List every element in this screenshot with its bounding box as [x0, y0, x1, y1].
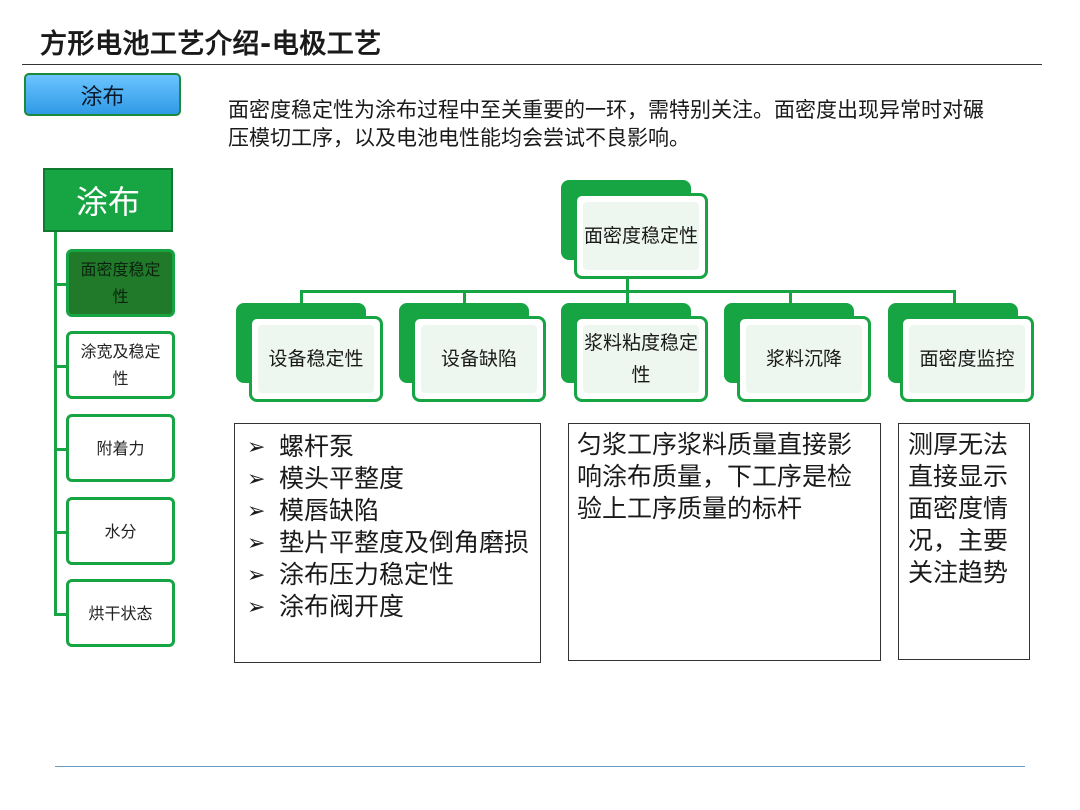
monitor-note-box: 测厚无法直接显示面密度情况，主要关注趋势 [898, 423, 1030, 660]
node-label: 设备稳定性 [268, 348, 364, 370]
child-connector [300, 290, 303, 303]
nav-branch-line [54, 365, 66, 368]
list-item: ➢ 涂布压力稳定性 [235, 559, 540, 591]
list-item: ➢ 螺杆泵 [235, 431, 540, 463]
nav-item-coating-width[interactable]: 涂宽及稳定性 [66, 331, 175, 399]
footer-divider [55, 766, 1025, 767]
root-node-label: 面密度稳定性 [583, 225, 698, 247]
list-item: ➢ 模头平整度 [235, 463, 540, 495]
node-areal-density-monitor[interactable]: 面密度监控 [900, 316, 1034, 402]
arrow-right-icon: ➢ [247, 499, 266, 524]
arrow-right-icon: ➢ [247, 563, 266, 588]
nav-item-areal-density[interactable]: 面密度稳定性 [66, 249, 175, 317]
node-equipment-stability[interactable]: 设备稳定性 [249, 316, 383, 402]
root-node[interactable]: 面密度稳定性 [574, 193, 708, 279]
equipment-factors-box: ➢ 螺杆泵 ➢ 模头平整度 ➢ 模唇缺陷 ➢ 垫片平整度及倒角磨损 ➢ 涂布压力稳定性 ➢… [234, 423, 541, 663]
node-slurry-viscosity[interactable]: 浆料粘度稳定性 [574, 316, 708, 402]
node-label: 浆料粘度稳定性 [583, 332, 698, 386]
node-slurry-settling[interactable]: 浆料沉降 [737, 316, 871, 402]
nav-branch-line [54, 613, 66, 616]
list-item: ➢ 模唇缺陷 [235, 495, 540, 527]
slurry-note-text: 匀浆工序浆料质量直接影响涂布质量，下工序是检验上工序质量的标杆 [577, 430, 853, 523]
title-divider [22, 64, 1042, 65]
nav-item-adhesion[interactable]: 附着力 [66, 414, 175, 482]
intro-text: 面密度稳定性为涂布过程中至关重要的一环，需特别关注。面密度出现异常时对碾压模切工… [228, 98, 984, 150]
slurry-note-box: 匀浆工序浆料质量直接影响涂布质量，下工序是检验上工序质量的标杆 [568, 423, 881, 661]
node-label: 浆料沉降 [765, 348, 842, 370]
equipment-factors-list: ➢ 螺杆泵 ➢ 模头平整度 ➢ 模唇缺陷 ➢ 垫片平整度及倒角磨损 ➢ 涂布压力稳定性 ➢… [235, 431, 540, 623]
monitor-note-text: 测厚无法直接显示面密度情况，主要关注趋势 [908, 430, 1009, 587]
nav-item-label: 涂宽及稳定性 [80, 342, 161, 388]
nav-item-label: 烘干状态 [88, 603, 153, 623]
node-label: 设备缺陷 [440, 348, 517, 370]
list-item: ➢ 涂布阀开度 [235, 591, 540, 623]
nav-branch-line [54, 283, 66, 286]
nav-item-label: 水分 [104, 521, 137, 541]
arrow-right-icon: ➢ [247, 595, 266, 620]
child-connector [789, 290, 792, 303]
page-title: 方形电池工艺介绍-电极工艺 [40, 29, 382, 60]
nav-item-drying[interactable]: 烘干状态 [66, 579, 175, 647]
nav-item-label: 附着力 [96, 438, 145, 458]
nav-item-label: 面密度稳定性 [80, 260, 161, 306]
arrow-right-icon: ➢ [247, 467, 266, 492]
child-connector [463, 290, 466, 303]
arrow-right-icon: ➢ [247, 531, 266, 556]
section-tag[interactable]: 涂布 [24, 73, 181, 116]
nav-item-moisture[interactable]: 水分 [66, 497, 175, 565]
nav-branch-line [54, 531, 66, 534]
node-label: 面密度监控 [919, 348, 1015, 370]
nav-head[interactable]: 涂布 [43, 168, 173, 232]
arrow-right-icon: ➢ [247, 435, 266, 460]
list-item: ➢ 垫片平整度及倒角磨损 [235, 527, 540, 559]
nav-branch-line [54, 448, 66, 451]
nav-trunk-line [54, 232, 57, 614]
node-equipment-defects[interactable]: 设备缺陷 [412, 316, 546, 402]
child-connector [626, 290, 629, 303]
child-connector [953, 290, 956, 303]
